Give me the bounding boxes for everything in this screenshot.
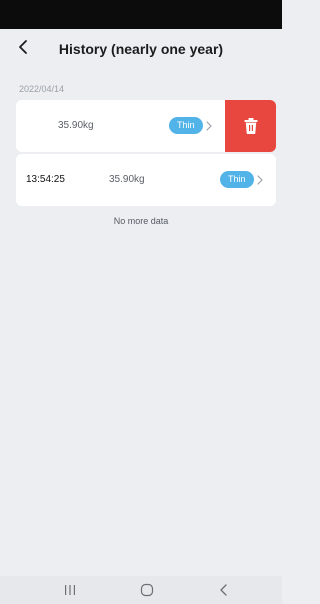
chevron-right-icon bbox=[257, 175, 263, 185]
status-badge: Thin bbox=[169, 117, 203, 134]
home-icon bbox=[140, 583, 154, 597]
recent-apps-button[interactable] bbox=[59, 582, 81, 598]
chevron-right-icon bbox=[206, 121, 212, 131]
recent-apps-icon bbox=[65, 585, 75, 595]
history-record[interactable]: 35.90kg Thin bbox=[16, 100, 225, 152]
system-navigation-bar bbox=[0, 576, 282, 604]
trash-icon bbox=[244, 118, 257, 134]
nav-bar: History (nearly one year) bbox=[0, 29, 282, 69]
record-time: 13:54:25 bbox=[26, 174, 65, 185]
back-button[interactable] bbox=[14, 37, 34, 57]
record-weight: 35.90kg bbox=[109, 174, 145, 185]
status-badge: Thin bbox=[220, 171, 254, 188]
history-record[interactable]: 13:54:25 35.90kg Thin bbox=[16, 154, 276, 206]
page-title: History (nearly one year) bbox=[58, 41, 224, 57]
status-bar bbox=[0, 0, 282, 29]
date-label: 2022/04/14 bbox=[19, 84, 65, 94]
delete-button[interactable] bbox=[225, 100, 276, 152]
home-button[interactable] bbox=[136, 582, 158, 598]
record-weight: 35.90kg bbox=[58, 120, 94, 131]
system-back-button[interactable] bbox=[213, 582, 235, 598]
back-icon bbox=[220, 584, 227, 596]
chevron-left-icon bbox=[19, 40, 27, 54]
no-more-data-label: No more data bbox=[113, 216, 169, 226]
